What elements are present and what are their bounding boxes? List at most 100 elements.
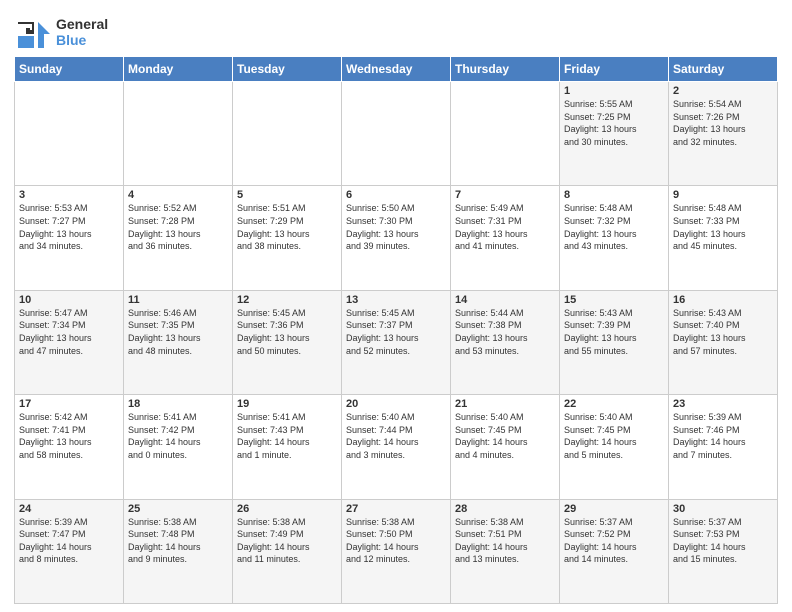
- day-number: 29: [564, 503, 664, 515]
- week-row-3: 10Sunrise: 5:47 AM Sunset: 7:34 PM Dayli…: [15, 290, 778, 394]
- day-cell: 20Sunrise: 5:40 AM Sunset: 7:44 PM Dayli…: [342, 395, 451, 499]
- weekday-header-monday: Monday: [124, 57, 233, 82]
- day-info: Sunrise: 5:39 AM Sunset: 7:47 PM Dayligh…: [19, 516, 119, 566]
- day-number: 21: [455, 398, 555, 410]
- weekday-header-sunday: Sunday: [15, 57, 124, 82]
- day-info: Sunrise: 5:41 AM Sunset: 7:43 PM Dayligh…: [237, 411, 337, 461]
- day-info: Sunrise: 5:43 AM Sunset: 7:40 PM Dayligh…: [673, 307, 773, 357]
- day-info: Sunrise: 5:38 AM Sunset: 7:48 PM Dayligh…: [128, 516, 228, 566]
- day-number: 4: [128, 189, 228, 201]
- day-info: Sunrise: 5:40 AM Sunset: 7:45 PM Dayligh…: [455, 411, 555, 461]
- day-cell: 29Sunrise: 5:37 AM Sunset: 7:52 PM Dayli…: [560, 499, 669, 603]
- day-cell: 8Sunrise: 5:48 AM Sunset: 7:32 PM Daylig…: [560, 186, 669, 290]
- day-cell: 23Sunrise: 5:39 AM Sunset: 7:46 PM Dayli…: [669, 395, 778, 499]
- day-info: Sunrise: 5:47 AM Sunset: 7:34 PM Dayligh…: [19, 307, 119, 357]
- calendar: SundayMondayTuesdayWednesdayThursdayFrid…: [14, 56, 778, 604]
- day-cell: 10Sunrise: 5:47 AM Sunset: 7:34 PM Dayli…: [15, 290, 124, 394]
- day-info: Sunrise: 5:40 AM Sunset: 7:44 PM Dayligh…: [346, 411, 446, 461]
- day-info: Sunrise: 5:41 AM Sunset: 7:42 PM Dayligh…: [128, 411, 228, 461]
- day-info: Sunrise: 5:38 AM Sunset: 7:51 PM Dayligh…: [455, 516, 555, 566]
- day-info: Sunrise: 5:42 AM Sunset: 7:41 PM Dayligh…: [19, 411, 119, 461]
- day-info: Sunrise: 5:38 AM Sunset: 7:50 PM Dayligh…: [346, 516, 446, 566]
- day-number: 11: [128, 294, 228, 306]
- day-cell: 13Sunrise: 5:45 AM Sunset: 7:37 PM Dayli…: [342, 290, 451, 394]
- day-number: 7: [455, 189, 555, 201]
- day-cell: [451, 82, 560, 186]
- day-cell: 24Sunrise: 5:39 AM Sunset: 7:47 PM Dayli…: [15, 499, 124, 603]
- day-number: 16: [673, 294, 773, 306]
- day-info: Sunrise: 5:51 AM Sunset: 7:29 PM Dayligh…: [237, 202, 337, 252]
- weekday-header-tuesday: Tuesday: [233, 57, 342, 82]
- day-info: Sunrise: 5:54 AM Sunset: 7:26 PM Dayligh…: [673, 98, 773, 148]
- day-cell: 15Sunrise: 5:43 AM Sunset: 7:39 PM Dayli…: [560, 290, 669, 394]
- day-number: 9: [673, 189, 773, 201]
- calendar-table: SundayMondayTuesdayWednesdayThursdayFrid…: [14, 56, 778, 604]
- day-number: 12: [237, 294, 337, 306]
- day-number: 26: [237, 503, 337, 515]
- day-cell: 17Sunrise: 5:42 AM Sunset: 7:41 PM Dayli…: [15, 395, 124, 499]
- day-cell: [342, 82, 451, 186]
- week-row-5: 24Sunrise: 5:39 AM Sunset: 7:47 PM Dayli…: [15, 499, 778, 603]
- day-cell: 25Sunrise: 5:38 AM Sunset: 7:48 PM Dayli…: [124, 499, 233, 603]
- day-info: Sunrise: 5:39 AM Sunset: 7:46 PM Dayligh…: [673, 411, 773, 461]
- day-number: 19: [237, 398, 337, 410]
- week-row-2: 3Sunrise: 5:53 AM Sunset: 7:27 PM Daylig…: [15, 186, 778, 290]
- week-row-1: 1Sunrise: 5:55 AM Sunset: 7:25 PM Daylig…: [15, 82, 778, 186]
- day-number: 20: [346, 398, 446, 410]
- day-cell: 27Sunrise: 5:38 AM Sunset: 7:50 PM Dayli…: [342, 499, 451, 603]
- day-number: 3: [19, 189, 119, 201]
- day-info: Sunrise: 5:37 AM Sunset: 7:52 PM Dayligh…: [564, 516, 664, 566]
- day-number: 10: [19, 294, 119, 306]
- day-info: Sunrise: 5:52 AM Sunset: 7:28 PM Dayligh…: [128, 202, 228, 252]
- day-info: Sunrise: 5:45 AM Sunset: 7:37 PM Dayligh…: [346, 307, 446, 357]
- day-info: Sunrise: 5:48 AM Sunset: 7:33 PM Dayligh…: [673, 202, 773, 252]
- day-info: Sunrise: 5:38 AM Sunset: 7:49 PM Dayligh…: [237, 516, 337, 566]
- day-cell: 26Sunrise: 5:38 AM Sunset: 7:49 PM Dayli…: [233, 499, 342, 603]
- day-info: Sunrise: 5:37 AM Sunset: 7:53 PM Dayligh…: [673, 516, 773, 566]
- day-cell: 16Sunrise: 5:43 AM Sunset: 7:40 PM Dayli…: [669, 290, 778, 394]
- day-cell: 18Sunrise: 5:41 AM Sunset: 7:42 PM Dayli…: [124, 395, 233, 499]
- day-info: Sunrise: 5:44 AM Sunset: 7:38 PM Dayligh…: [455, 307, 555, 357]
- day-cell: 2Sunrise: 5:54 AM Sunset: 7:26 PM Daylig…: [669, 82, 778, 186]
- day-cell: 4Sunrise: 5:52 AM Sunset: 7:28 PM Daylig…: [124, 186, 233, 290]
- day-number: 5: [237, 189, 337, 201]
- logo: General Blue: [14, 14, 108, 50]
- day-number: 18: [128, 398, 228, 410]
- day-cell: 5Sunrise: 5:51 AM Sunset: 7:29 PM Daylig…: [233, 186, 342, 290]
- day-number: 2: [673, 85, 773, 97]
- day-cell: 22Sunrise: 5:40 AM Sunset: 7:45 PM Dayli…: [560, 395, 669, 499]
- logo-line2: Blue: [56, 32, 108, 48]
- weekday-header-thursday: Thursday: [451, 57, 560, 82]
- weekday-header-wednesday: Wednesday: [342, 57, 451, 82]
- day-number: 27: [346, 503, 446, 515]
- day-info: Sunrise: 5:48 AM Sunset: 7:32 PM Dayligh…: [564, 202, 664, 252]
- day-cell: [15, 82, 124, 186]
- page: General Blue SundayMondayTuesdayWednesda…: [0, 0, 792, 612]
- day-info: Sunrise: 5:45 AM Sunset: 7:36 PM Dayligh…: [237, 307, 337, 357]
- day-info: Sunrise: 5:43 AM Sunset: 7:39 PM Dayligh…: [564, 307, 664, 357]
- day-cell: 1Sunrise: 5:55 AM Sunset: 7:25 PM Daylig…: [560, 82, 669, 186]
- logo-svg: [14, 14, 50, 50]
- day-cell: 9Sunrise: 5:48 AM Sunset: 7:33 PM Daylig…: [669, 186, 778, 290]
- weekday-header-row: SundayMondayTuesdayWednesdayThursdayFrid…: [15, 57, 778, 82]
- day-number: 17: [19, 398, 119, 410]
- day-info: Sunrise: 5:55 AM Sunset: 7:25 PM Dayligh…: [564, 98, 664, 148]
- day-number: 8: [564, 189, 664, 201]
- day-cell: 11Sunrise: 5:46 AM Sunset: 7:35 PM Dayli…: [124, 290, 233, 394]
- day-cell: 30Sunrise: 5:37 AM Sunset: 7:53 PM Dayli…: [669, 499, 778, 603]
- day-cell: 19Sunrise: 5:41 AM Sunset: 7:43 PM Dayli…: [233, 395, 342, 499]
- day-number: 1: [564, 85, 664, 97]
- day-number: 25: [128, 503, 228, 515]
- day-cell: 7Sunrise: 5:49 AM Sunset: 7:31 PM Daylig…: [451, 186, 560, 290]
- day-cell: 3Sunrise: 5:53 AM Sunset: 7:27 PM Daylig…: [15, 186, 124, 290]
- header: General Blue: [14, 10, 778, 50]
- day-info: Sunrise: 5:49 AM Sunset: 7:31 PM Dayligh…: [455, 202, 555, 252]
- day-info: Sunrise: 5:46 AM Sunset: 7:35 PM Dayligh…: [128, 307, 228, 357]
- day-cell: 28Sunrise: 5:38 AM Sunset: 7:51 PM Dayli…: [451, 499, 560, 603]
- day-number: 23: [673, 398, 773, 410]
- day-number: 14: [455, 294, 555, 306]
- day-info: Sunrise: 5:50 AM Sunset: 7:30 PM Dayligh…: [346, 202, 446, 252]
- day-cell: 14Sunrise: 5:44 AM Sunset: 7:38 PM Dayli…: [451, 290, 560, 394]
- day-number: 6: [346, 189, 446, 201]
- weekday-header-saturday: Saturday: [669, 57, 778, 82]
